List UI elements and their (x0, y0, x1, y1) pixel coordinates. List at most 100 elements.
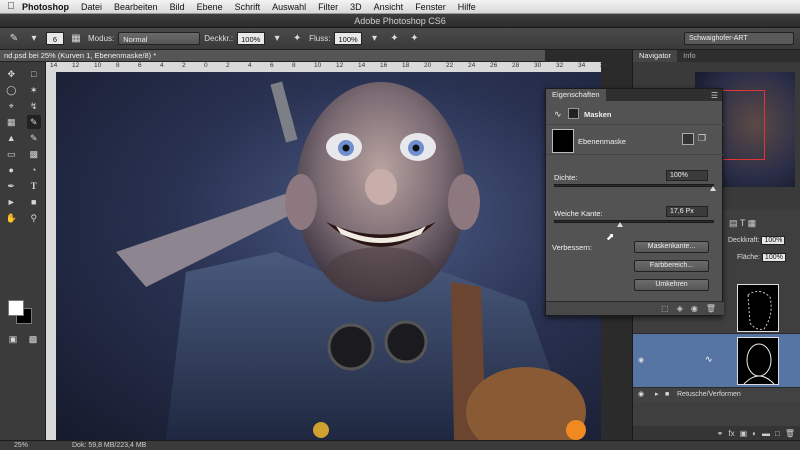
density-slider-thumb[interactable] (710, 186, 716, 191)
chevron-down-icon[interactable]: ▾ (269, 31, 285, 47)
ruler-tick-label: 12 (336, 62, 344, 69)
healing-brush-icon[interactable]: ▦ (4, 115, 18, 129)
brush-size-field[interactable]: 6 (46, 32, 64, 45)
menu-bild[interactable]: Bild (170, 2, 185, 12)
apply-mask-icon[interactable]: ◈ (677, 304, 683, 313)
link-icon[interactable]: ⚭ (717, 429, 724, 438)
trash-icon[interactable]: 🗑 (785, 429, 795, 438)
blur-tool-icon[interactable]: ● (4, 163, 18, 177)
menu-app-name[interactable]: Photoshop (22, 2, 69, 12)
trash-icon[interactable]: 🗑 (706, 304, 716, 313)
curves-icon[interactable]: ∿ (554, 109, 562, 120)
quick-select-icon[interactable]: ✶ (27, 83, 41, 97)
apple-icon[interactable]:  (0, 1, 22, 12)
dodge-tool-icon[interactable]: ◔ (27, 163, 41, 177)
quick-mask-icon[interactable]: ▣ (6, 332, 20, 346)
vector-mask-icon[interactable]: ❒ (698, 133, 706, 144)
crop-tool-icon[interactable]: ⌖ (4, 99, 18, 113)
ruler-tick-label: 36 (600, 62, 608, 69)
density-slider[interactable] (554, 184, 714, 187)
brush-tool-icon[interactable]: ✎ (26, 115, 41, 129)
tab-info[interactable]: Info (677, 50, 702, 62)
add-mask-icon[interactable]: ▣ (740, 429, 748, 438)
chevron-down-icon[interactable]: ▾ (366, 31, 382, 47)
gradient-tool-icon[interactable]: ▩ (27, 147, 41, 161)
pixel-mask-icon[interactable] (682, 133, 694, 145)
shape-tool-icon[interactable]: ■ (27, 195, 41, 209)
document-canvas[interactable] (56, 72, 601, 440)
pressure-opacity-icon[interactable]: ✦ (289, 31, 305, 47)
layer-filter-icon[interactable]: ▤ T ▦ (729, 218, 756, 229)
marquee-tool-icon[interactable]: □ (27, 67, 41, 81)
feather-field[interactable]: 17,6 Px (666, 206, 708, 217)
lasso-tool-icon[interactable]: ◯ (4, 83, 18, 97)
menu-fenster[interactable]: Fenster (415, 2, 446, 12)
airbrush-icon[interactable]: ✦ (386, 31, 402, 47)
layer-mask-thumbnail[interactable] (737, 337, 779, 385)
history-brush-icon[interactable]: ✎ (27, 131, 41, 145)
zoom-level[interactable]: 25% (14, 441, 28, 450)
ruler-tick-label: 22 (446, 62, 454, 69)
menu-schrift[interactable]: Schrift (235, 2, 261, 12)
pressure-size-icon[interactable]: ✦ (406, 31, 422, 47)
panel-menu-icon[interactable]: ☰ (711, 91, 722, 100)
eye-icon[interactable]: ◉ (691, 304, 698, 313)
zoom-tool-icon[interactable]: ⚲ (27, 211, 41, 225)
layer-opacity-field[interactable]: 100% (761, 236, 786, 245)
menu-filter[interactable]: Filter (318, 2, 338, 12)
layer-mask-thumbnail[interactable] (737, 284, 779, 332)
ruler-tick-label: 34 (578, 62, 586, 69)
mask-name: Ebenenmaske (578, 137, 626, 146)
layer-group-row[interactable]: ◉ ▸ ■ Retusche/Verformen (633, 388, 800, 402)
eye-icon[interactable]: ◉ (638, 356, 644, 364)
feather-slider-thumb[interactable] (617, 222, 624, 227)
menu-ansicht[interactable]: Ansicht (374, 2, 404, 12)
ruler-tick-label: 32 (556, 62, 564, 69)
opacity-field[interactable]: 100% (237, 32, 266, 45)
document-tab[interactable]: nd.psd bei 25% (Kurven 1, Ebenenmaske/8)… (0, 50, 545, 62)
fx-icon[interactable]: fx (728, 429, 734, 438)
masks-section-title: Masken (584, 110, 612, 119)
menu-3d[interactable]: 3D (350, 2, 362, 12)
brush-tool-icon[interactable]: ✎ (6, 31, 22, 47)
hand-tool-icon[interactable]: ✋ (4, 211, 18, 225)
density-label: Dichte: (554, 173, 578, 182)
eyedropper-icon[interactable]: ↯ (27, 99, 41, 113)
load-selection-icon[interactable]: ⬚ (661, 304, 669, 313)
disclosure-triangle-icon[interactable]: ▸ (655, 388, 659, 402)
new-layer-icon[interactable]: □ (775, 429, 780, 438)
vertical-ruler (46, 72, 56, 440)
stamp-tool-icon[interactable]: ▲ (4, 131, 18, 145)
workspace-select[interactable]: Schwaighofer-ART (684, 32, 794, 45)
mask-edge-button[interactable]: Maskenkante... (634, 241, 709, 253)
layer-row-selected[interactable]: ◉ ∿ (633, 334, 800, 388)
menu-ebene[interactable]: Ebene (197, 2, 223, 12)
tab-navigator[interactable]: Navigator (633, 50, 678, 62)
screen-mode-icon[interactable]: ▩ (26, 332, 40, 346)
mask-mode-icon[interactable] (568, 108, 579, 119)
path-select-icon[interactable]: ► (4, 195, 18, 209)
chevron-down-icon[interactable]: ▾ (26, 31, 42, 47)
tab-properties[interactable]: Eigenschaften (546, 89, 606, 101)
eraser-tool-icon[interactable]: ▭ (4, 147, 18, 161)
layer-fill-field[interactable]: 100% (761, 253, 786, 262)
eye-icon[interactable]: ◉ (638, 388, 644, 402)
pen-tool-icon[interactable]: ✒ (4, 179, 18, 193)
feather-slider[interactable] (554, 220, 714, 223)
menu-auswahl[interactable]: Auswahl (272, 2, 306, 12)
menu-hilfe[interactable]: Hilfe (458, 2, 476, 12)
brush-panel-icon[interactable]: ▦ (68, 31, 84, 47)
invert-button[interactable]: Umkehren (634, 279, 709, 291)
move-tool-icon[interactable]: ✥ (4, 67, 18, 81)
menu-datei[interactable]: Datei (81, 2, 102, 12)
new-group-icon[interactable]: ▬ (762, 429, 770, 438)
foreground-color-swatch[interactable] (8, 300, 24, 316)
density-field[interactable]: 100% (666, 170, 708, 181)
flow-field[interactable]: 100% (334, 32, 363, 45)
color-range-button[interactable]: Farbbereich... (634, 260, 709, 272)
adjustment-icon[interactable]: ◐ (752, 429, 757, 438)
layer-fill-label: Fläche: (737, 254, 760, 261)
menu-bearbeiten[interactable]: Bearbeiten (114, 2, 158, 12)
mode-select[interactable]: Normal (118, 32, 201, 45)
type-tool-icon[interactable]: T (27, 179, 41, 193)
